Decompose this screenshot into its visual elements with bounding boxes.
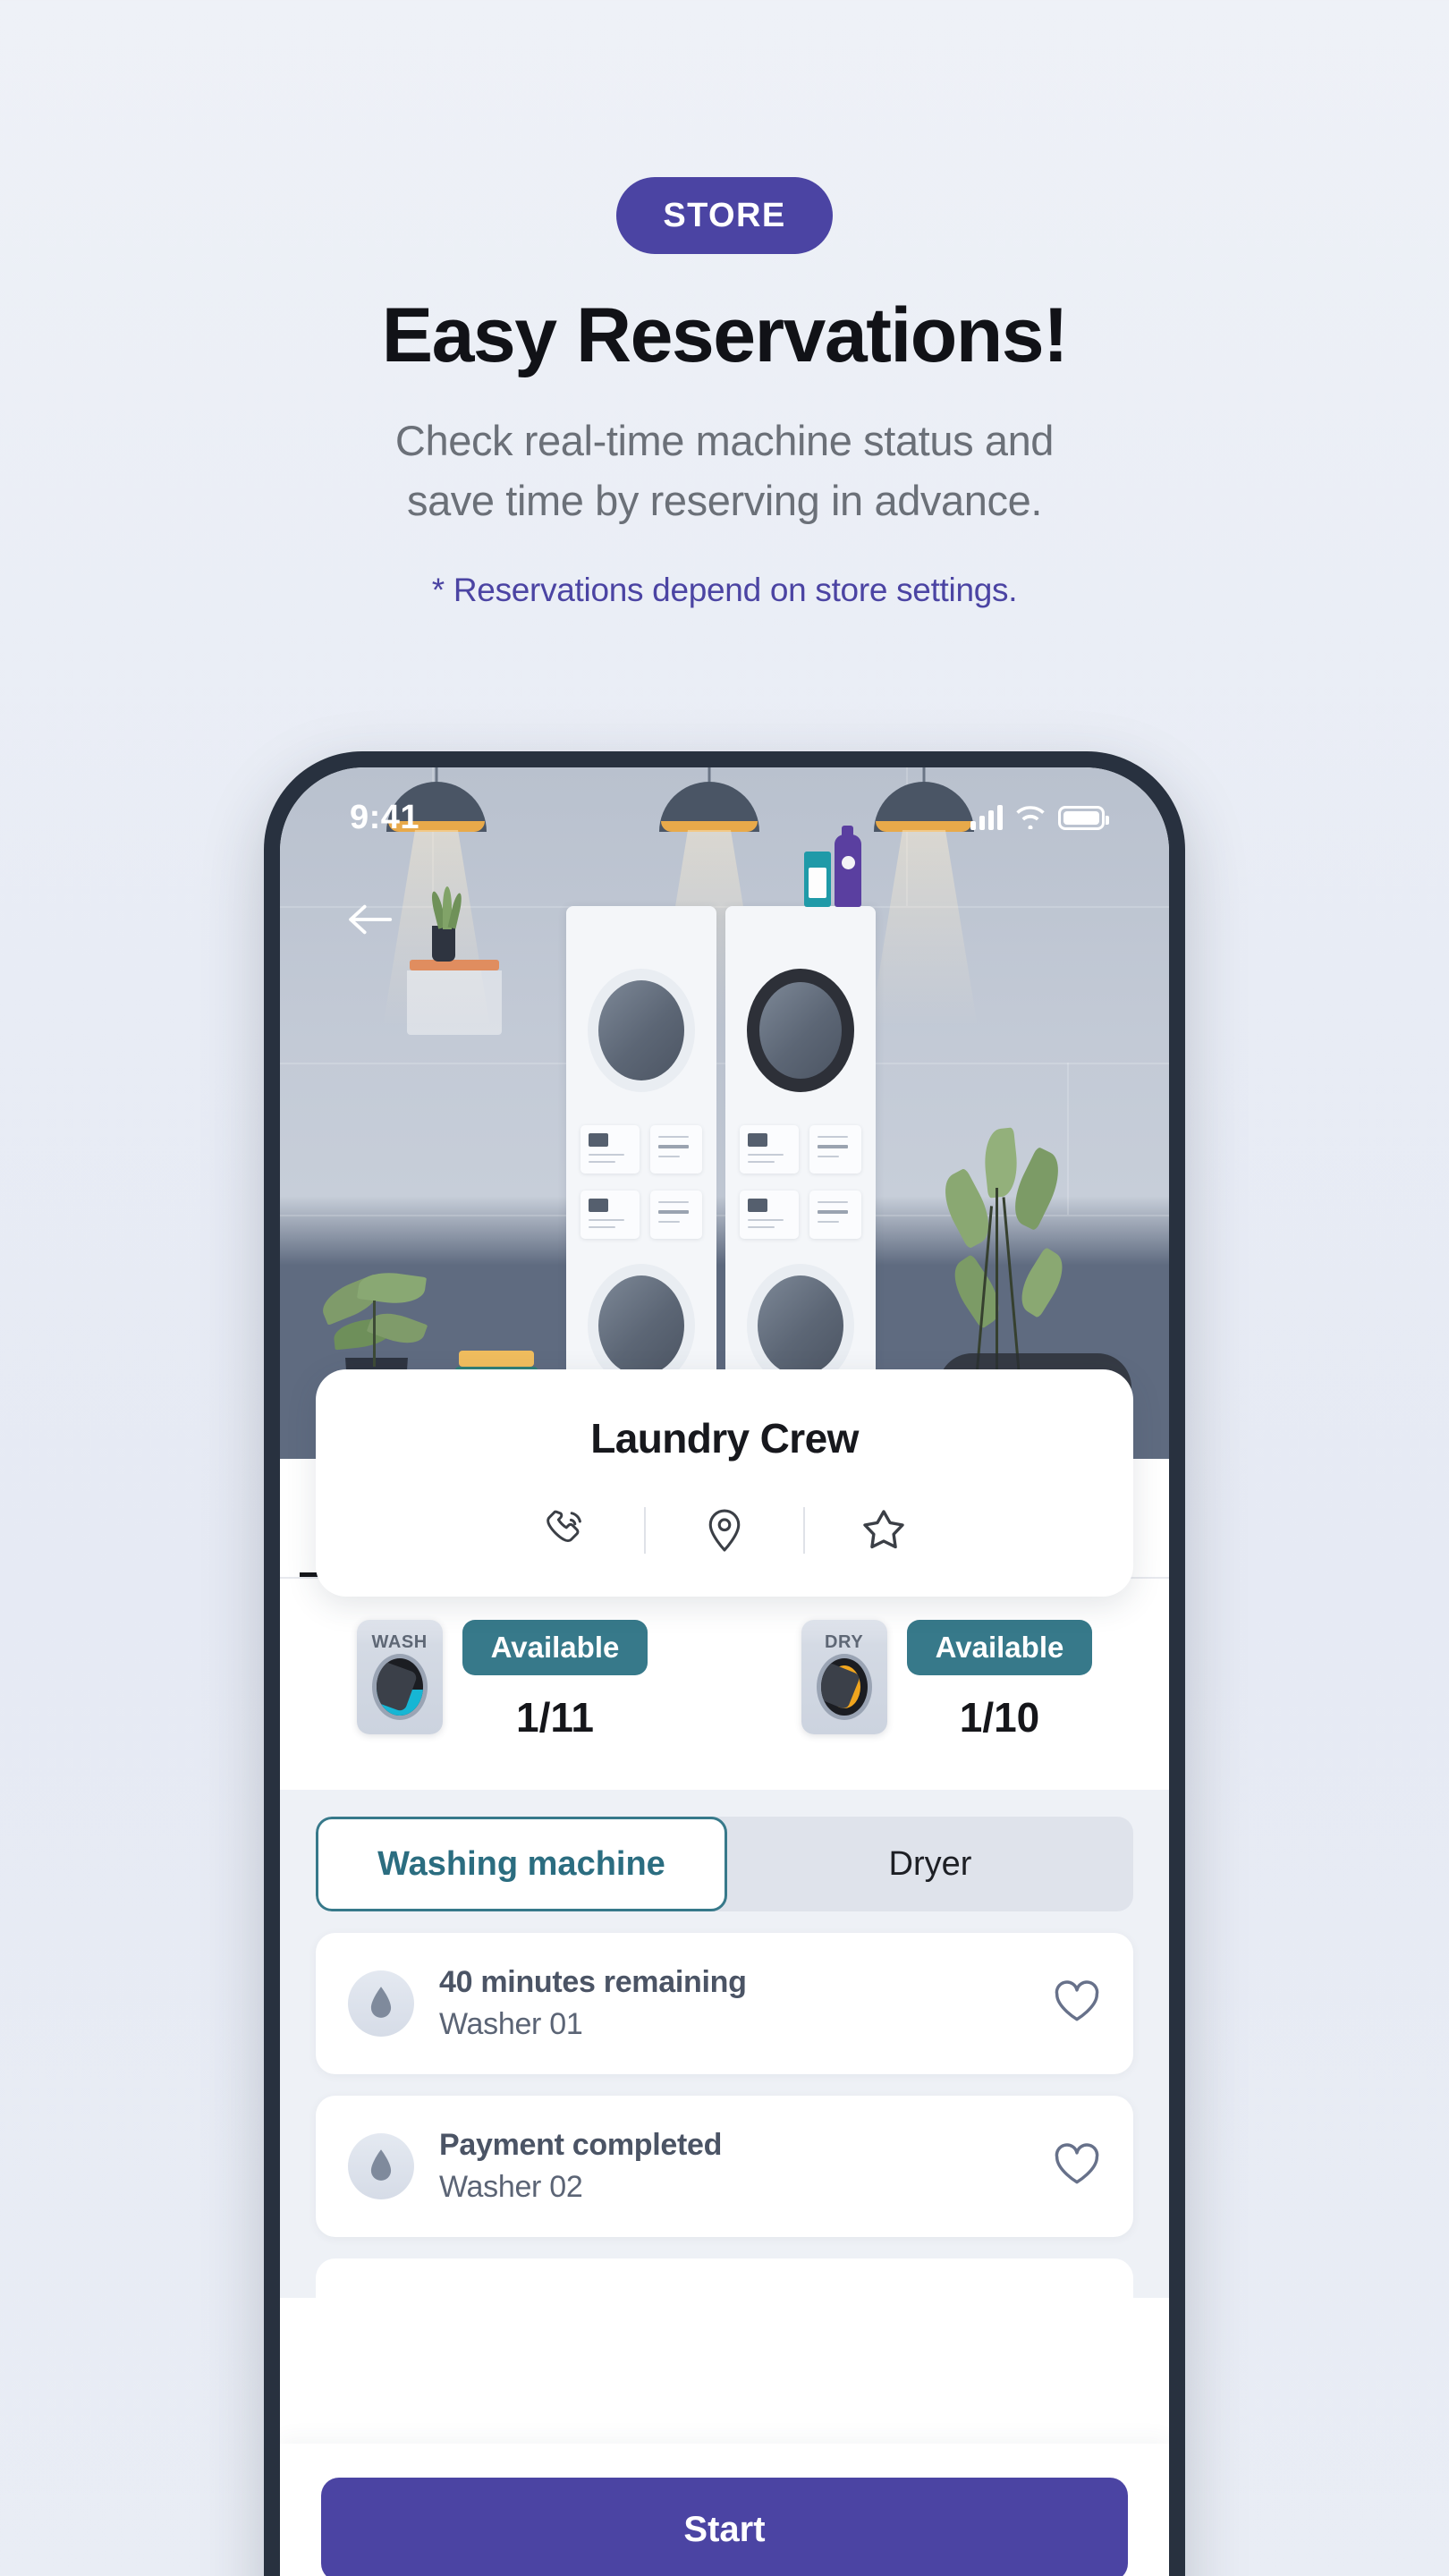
machine-list-item-text: 40 minutes remaining Washer 01 (439, 1965, 1053, 2042)
heart-outline-icon (1055, 2142, 1099, 2183)
store-badge-label: STORE (663, 196, 786, 234)
hero-image: 9:41 (280, 767, 1169, 1459)
subtitle-line-2: save time by reserving in advance. (406, 476, 1043, 524)
store-badge-pill: STORE (616, 177, 833, 254)
call-store-button[interactable] (487, 1504, 644, 1557)
favorite-store-button[interactable] (805, 1504, 962, 1557)
machine-summary: WASH Available 1/11 DRY Available 1/10 (280, 1579, 1169, 1790)
machine-name: Washer 02 (439, 2170, 583, 2204)
segment-washing-machine[interactable]: Washing machine (316, 1817, 727, 1911)
status-clock: 9:41 (350, 798, 420, 836)
page-title: Easy Reservations! (381, 292, 1069, 378)
battery-full-icon (1058, 805, 1109, 830)
store-actions (316, 1504, 1133, 1557)
dryer-icon: DRY (801, 1620, 887, 1734)
machine-list-item[interactable]: 40 minutes remaining Washer 01 (316, 1933, 1133, 2074)
dryer-status-badge: Available (906, 1620, 1093, 1675)
machine-list-item-partial[interactable] (316, 2258, 1133, 2298)
washer-available-count: 1/11 (516, 1694, 594, 1741)
wall-line (280, 1063, 1169, 1064)
phone-mockup: 9:41 Laundry Crew WASH Available 1/11 DR… (264, 751, 1185, 2576)
machine-status-text: 40 minutes remaining (439, 1965, 747, 1999)
water-drop-icon (348, 2133, 414, 2199)
summary-washer: WASH Available 1/11 (280, 1620, 724, 1741)
status-icons (970, 805, 1109, 830)
page-subtitle: Check real-time machine status and save … (394, 411, 1055, 530)
dryer-drum (816, 1654, 872, 1720)
folded-towel (459, 1351, 534, 1367)
wall-line (1067, 1063, 1069, 1215)
favorite-machine-button[interactable] (1053, 2142, 1101, 2191)
shelf-plant-pot (432, 926, 455, 962)
washer-drum (371, 1654, 428, 1720)
favorite-machine-button[interactable] (1053, 1979, 1101, 2029)
machine-list-item-text: Payment completed Washer 02 (439, 2128, 1053, 2205)
washer-summary-text: Available 1/11 (462, 1620, 648, 1741)
segment-dryer-label: Dryer (888, 1844, 972, 1883)
machine-name: Washer 01 (439, 2007, 583, 2041)
cellular-bars-icon (970, 805, 1003, 830)
bottom-action-bar: Start (280, 2444, 1169, 2576)
store-location-button[interactable] (646, 1504, 803, 1556)
shelf-shadow (407, 970, 502, 1035)
wifi-icon (1016, 806, 1045, 829)
plant-leaf (1011, 1246, 1073, 1319)
back-arrow-icon[interactable] (346, 902, 394, 942)
segment-dryer[interactable]: Dryer (727, 1817, 1133, 1911)
store-info-card: Laundry Crew (316, 1369, 1133, 1597)
washer-status-badge: Available (462, 1620, 648, 1675)
phone-screen: 9:41 Laundry Crew WASH Available 1/11 DR… (280, 767, 1169, 2576)
washer-icon: WASH (356, 1620, 443, 1734)
machine-type-segmented-control: Washing machine Dryer (316, 1817, 1133, 1911)
machine-list-item[interactable]: Payment completed Washer 02 (316, 2096, 1133, 2237)
water-drop-icon (348, 1970, 414, 2037)
status-bar: 9:41 (280, 767, 1169, 868)
heart-outline-icon (1055, 1979, 1099, 2021)
store-name: Laundry Crew (590, 1415, 859, 1462)
footnote: * Reservations depend on store settings. (431, 572, 1018, 609)
phone-call-icon (547, 1510, 581, 1542)
plant-stem (373, 1301, 376, 1367)
plant-leaf (981, 1127, 1021, 1199)
promo-header: STORE Easy Reservations! Check real-time… (0, 0, 1449, 609)
star-outline-icon (863, 1510, 904, 1549)
subtitle-line-1: Check real-time machine status and (394, 417, 1055, 464)
start-button[interactable]: Start (321, 2478, 1128, 2576)
dryer-icon-label: DRY (825, 1632, 864, 1652)
dryer-summary-text: Available 1/10 (906, 1620, 1093, 1741)
washer-icon-label: WASH (371, 1632, 428, 1652)
summary-dryer: DRY Available 1/10 (724, 1620, 1169, 1741)
plant-leaf (943, 1253, 1011, 1330)
map-pin-icon (708, 1509, 741, 1552)
dryer-available-count: 1/10 (959, 1694, 1040, 1741)
wall-shelf (410, 960, 499, 970)
machine-status-text: Payment completed (439, 2128, 723, 2162)
machine-list-section: Washing machine Dryer 40 minutes remaini… (280, 1790, 1169, 2298)
segment-washing-machine-label: Washing machine (377, 1844, 665, 1883)
